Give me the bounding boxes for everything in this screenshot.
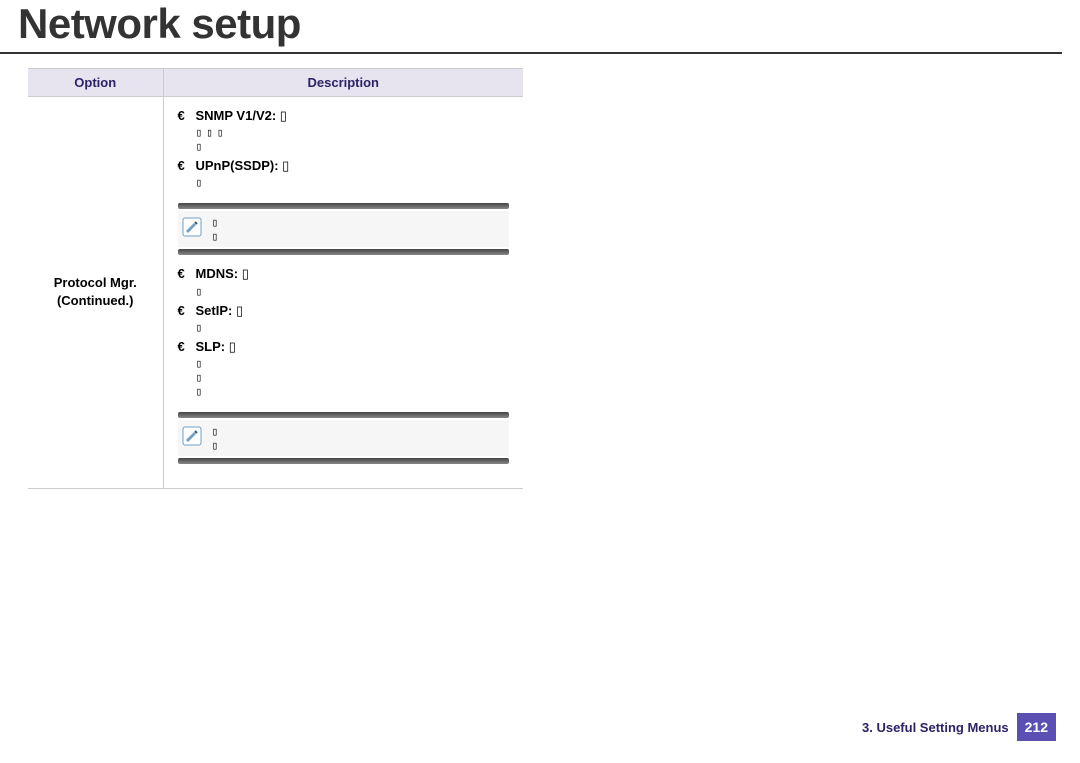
- list-item: SNMP V1/V2: ▯ ▯▯▯ ▯: [178, 107, 510, 153]
- item-trail: ▯: [225, 339, 236, 354]
- note-text-line: ▯: [212, 229, 508, 243]
- col-description-header: Description: [163, 69, 523, 97]
- description-cell: SNMP V1/V2: ▯ ▯▯▯ ▯ UPnP(SSDP): ▯ ▯: [163, 97, 523, 489]
- col-option-header: Option: [28, 69, 163, 97]
- page-footer: 3. Useful Setting Menus 212: [862, 713, 1056, 741]
- item-label-setip: SetIP:: [196, 303, 233, 318]
- note-box-1: ▯ ▯: [178, 203, 510, 255]
- page-number: 212: [1017, 713, 1056, 741]
- page-title: Network setup: [0, 0, 1062, 54]
- option-label-line1: Protocol Mgr.: [54, 275, 137, 290]
- item-trail: ▯: [276, 108, 287, 123]
- bullet-list-1: SNMP V1/V2: ▯ ▯▯▯ ▯ UPnP(SSDP): ▯ ▯: [178, 107, 510, 189]
- item-extra: ▯: [196, 384, 510, 398]
- item-trail: ▯: [238, 266, 249, 281]
- option-label-line2: (Continued.): [57, 293, 134, 308]
- option-cell-protocol-mgr: Protocol Mgr. (Continued.): [28, 97, 163, 489]
- item-extra: ▯: [196, 320, 510, 334]
- note-text-line: ▯: [212, 215, 508, 229]
- note-icon: [180, 424, 204, 448]
- settings-table: Option Description Protocol Mgr. (Contin…: [28, 68, 523, 489]
- item-extra: ▯: [196, 175, 510, 189]
- item-label-mdns: MDNS:: [196, 266, 239, 281]
- list-item: SetIP: ▯ ▯: [178, 302, 510, 334]
- list-item: UPnP(SSDP): ▯ ▯: [178, 157, 510, 189]
- chapter-label: 3. Useful Setting Menus: [862, 720, 1009, 735]
- item-trail: ▯: [232, 303, 243, 318]
- note-text-line: ▯: [212, 438, 508, 452]
- note-text-line: ▯: [212, 424, 508, 438]
- item-extra: ▯: [196, 284, 510, 298]
- note-divider-bottom: [178, 458, 510, 464]
- note-icon: [180, 215, 204, 239]
- note-divider-bottom: [178, 249, 510, 255]
- bullet-list-2: MDNS: ▯ ▯ SetIP: ▯ ▯ SLP: ▯ ▯ ▯ ▯: [178, 265, 510, 398]
- list-item: MDNS: ▯ ▯: [178, 265, 510, 297]
- item-label-snmp: SNMP V1/V2:: [196, 108, 277, 123]
- note-divider-top: [178, 412, 510, 418]
- item-label-upnp: UPnP(SSDP):: [196, 158, 279, 173]
- note-box-2: ▯ ▯: [178, 412, 510, 464]
- item-extra: ▯: [196, 139, 510, 153]
- item-extra: ▯: [196, 356, 510, 370]
- item-extra: ▯: [196, 370, 510, 384]
- list-item: SLP: ▯ ▯ ▯ ▯: [178, 338, 510, 398]
- item-trail: ▯: [279, 158, 290, 173]
- item-extra: ▯▯▯: [196, 125, 510, 139]
- note-divider-top: [178, 203, 510, 209]
- item-label-slp: SLP:: [196, 339, 226, 354]
